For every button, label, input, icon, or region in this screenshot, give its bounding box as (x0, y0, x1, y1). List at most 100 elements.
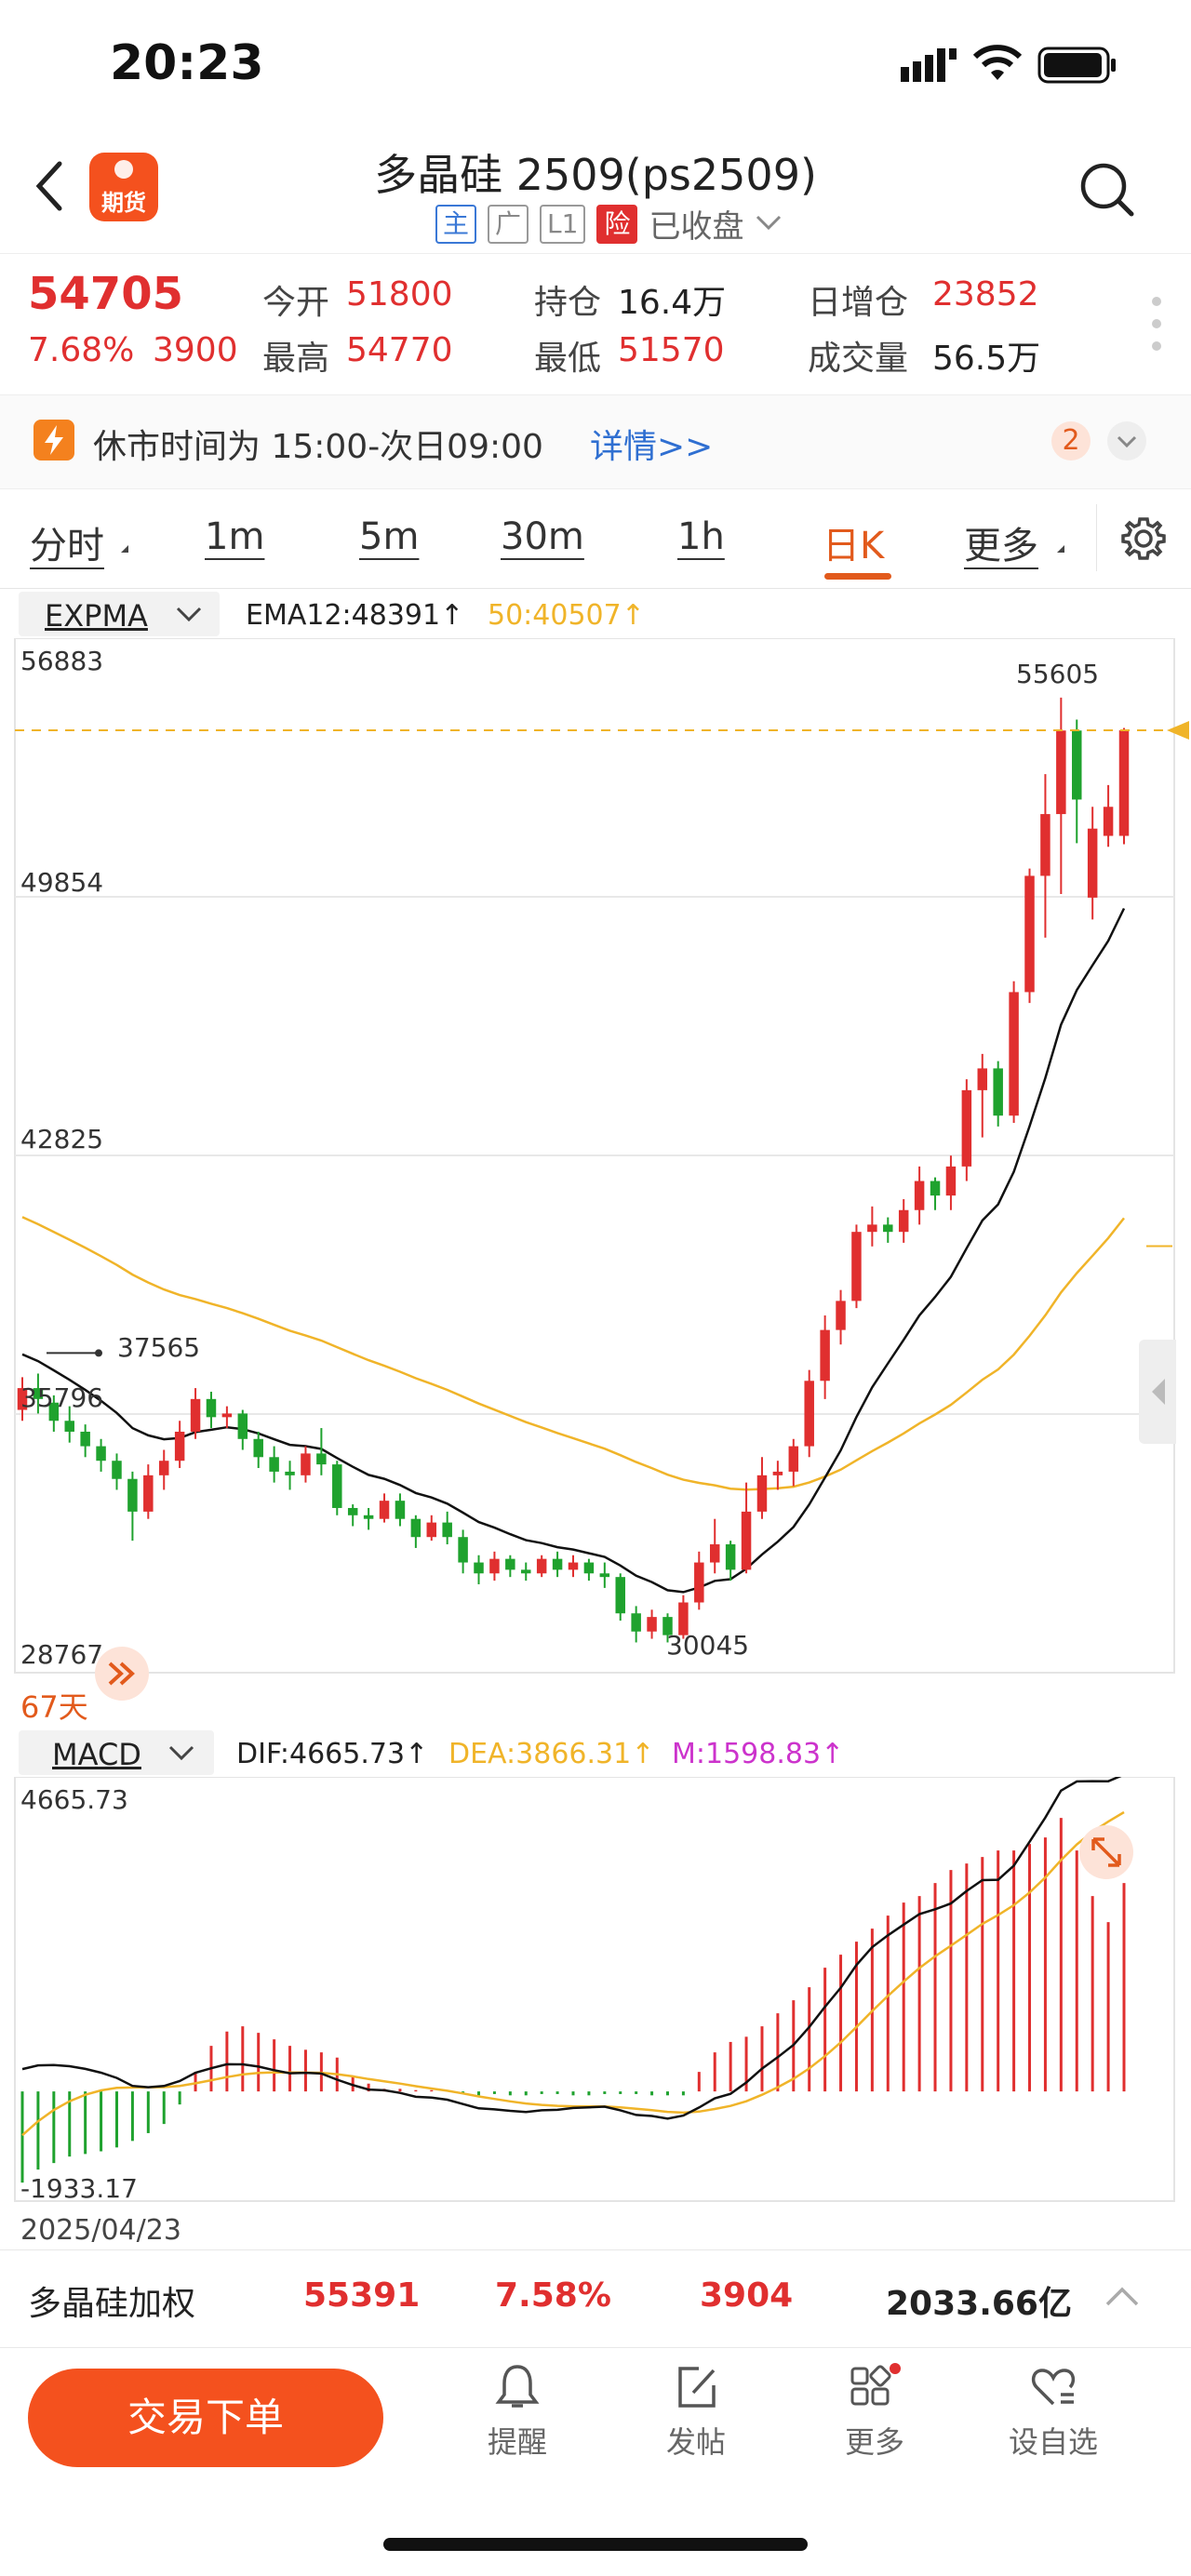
candle-body (253, 1438, 263, 1458)
dif-line (21, 1777, 1122, 2120)
candle-body (363, 1515, 374, 1519)
header-divider (0, 253, 1191, 254)
fast-forward-icon[interactable] (95, 1647, 149, 1701)
y-label-top: 56883 (20, 646, 104, 676)
tab-30m[interactable]: 30m (501, 515, 584, 558)
candle-body (64, 1421, 74, 1432)
macd-selector[interactable]: MACD (19, 1730, 214, 1775)
candle-body (820, 1329, 830, 1381)
tab-daily-k[interactable]: 日K (823, 515, 884, 569)
tab-more-caret-icon (1057, 545, 1064, 553)
candle-body (190, 1398, 201, 1432)
nav-more[interactable]: 更多 (819, 2363, 930, 2462)
oi-label: 持仓 (534, 284, 602, 322)
candle-body (1009, 992, 1019, 1116)
candle-body (332, 1464, 342, 1508)
ema12-value: EMA12:48391↑ (246, 599, 464, 632)
page-title: 多晶硅 2509(ps2509) (374, 150, 817, 200)
home-indicator (383, 2538, 808, 2551)
more-dots-icon[interactable] (1150, 294, 1163, 357)
candle-body (741, 1511, 752, 1570)
settings-gear-icon[interactable] (1120, 515, 1167, 566)
candle-body (568, 1562, 579, 1570)
weighted-pct: 7.58% (495, 2276, 611, 2315)
candle-body (158, 1461, 169, 1475)
weighted-amount: 2033.66亿 (886, 2285, 1072, 2323)
high-mark-label: 55605 (1016, 659, 1100, 689)
date-label: 2025/04/23 (20, 2214, 181, 2247)
low-value: 51570 (618, 331, 725, 369)
expma-label: EXPMA (45, 598, 148, 634)
nav-post[interactable]: 发帖 (640, 2363, 752, 2462)
candle-body (80, 1431, 90, 1447)
candle-body (505, 1558, 515, 1570)
ema12-line (21, 907, 1126, 1594)
tag-main: 主 (435, 204, 477, 244)
candle-body (867, 1224, 877, 1233)
tab-more[interactable]: 更多 (964, 515, 1038, 569)
notice-expand-icon[interactable] (1107, 421, 1146, 460)
notice-link[interactable]: 详情>> (590, 420, 713, 468)
candle-body (772, 1471, 783, 1475)
candle-body (709, 1544, 720, 1563)
candle-body (1056, 730, 1066, 815)
chevron-up-icon[interactable] (1104, 2284, 1141, 2312)
dea-value: DEA:3866.31↑ (448, 1738, 655, 1770)
candle-body (301, 1453, 311, 1475)
macd-y-top: 4665.73 (20, 1784, 128, 1815)
macd-frame (14, 1777, 1175, 2202)
macd-label: MACD (52, 1737, 141, 1772)
expma-selector[interactable]: EXPMA (19, 592, 220, 636)
status-time: 20:23 (110, 35, 264, 91)
nav-add-watchlist[interactable]: 设自选 (997, 2363, 1109, 2462)
nav-remind-label: 提醒 (487, 2424, 547, 2460)
search-icon[interactable] (1079, 162, 1135, 221)
marker-37565-dot (95, 1349, 102, 1357)
candle-body (945, 1166, 957, 1196)
change-value: 3900 (153, 331, 238, 369)
candle-body (694, 1562, 704, 1603)
open-label: 今开 (262, 284, 330, 322)
macd-chevron-icon (167, 1743, 195, 1766)
oi-increase-value: 23852 (932, 275, 1039, 314)
candle-body (474, 1562, 484, 1574)
candle-body (1040, 814, 1050, 876)
kline-chart[interactable] (0, 638, 1191, 1680)
low-mark-label: 30045 (666, 1630, 750, 1661)
notice-bar[interactable]: 休市时间为 15:00-次日09:00 详情>> 2 (0, 394, 1191, 489)
nav-watchlist-label: 设自选 (1008, 2424, 1098, 2460)
tab-1h[interactable]: 1h (677, 515, 725, 558)
m-value: M:1598.83↑ (672, 1738, 845, 1770)
candle-body (961, 1089, 972, 1167)
macd-chart[interactable] (0, 1777, 1191, 2205)
candle-body (1118, 730, 1130, 836)
cellular-signal-icon (901, 47, 957, 86)
tab-timeshare[interactable]: 分时 (30, 515, 104, 569)
candle-body (379, 1501, 390, 1519)
nav-remind[interactable]: 提醒 (462, 2363, 573, 2462)
candle-body (143, 1475, 154, 1512)
tag-l1: L1 (540, 204, 586, 244)
candle-body (1072, 730, 1082, 800)
candle-body (883, 1224, 893, 1233)
market-status[interactable]: 已收盘 (649, 201, 743, 247)
candle-body (756, 1475, 768, 1512)
battery-icon (1037, 47, 1117, 87)
nav-post-label: 发帖 (665, 2424, 726, 2460)
expand-chart-icon[interactable] (1079, 1825, 1133, 1879)
side-collapse-handle[interactable] (1139, 1340, 1176, 1444)
trade-order-button[interactable]: 交易下单 (28, 2369, 383, 2467)
weighted-name: 多晶硅加权 (28, 2285, 196, 2323)
tab-active-indicator (824, 573, 891, 580)
chevron-down-icon[interactable] (755, 213, 783, 235)
candle-body (993, 1068, 1003, 1116)
candle-body (788, 1446, 799, 1472)
candle-body (269, 1457, 279, 1472)
weighted-index-bar[interactable]: 多晶硅加权 55391 7.58% 3904 2033.66亿 (0, 2249, 1191, 2348)
tab-5m[interactable]: 5m (359, 515, 419, 558)
weighted-change: 3904 (700, 2276, 794, 2315)
tab-1m[interactable]: 1m (205, 515, 264, 558)
candle-body (536, 1558, 547, 1574)
notice-count-badge: 2 (1051, 421, 1091, 460)
candle-body (174, 1431, 185, 1462)
